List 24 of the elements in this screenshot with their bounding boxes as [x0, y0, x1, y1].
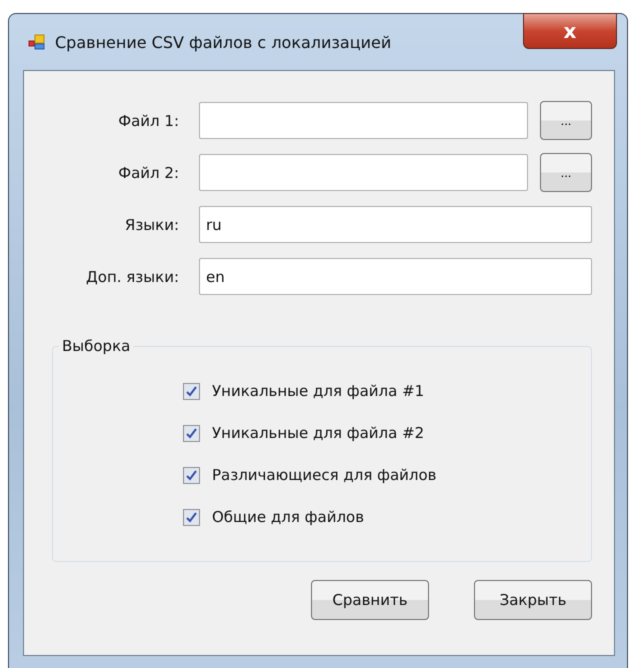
checkbox[interactable] [183, 508, 200, 526]
checkbox-label: Уникальные для файла #1 [212, 382, 424, 400]
app-icon [27, 32, 47, 52]
dialog-button[interactable]: Сравнить [311, 580, 429, 620]
field-label: Доп. языки: [85, 268, 179, 286]
checkbox[interactable] [183, 382, 200, 400]
checkbox[interactable] [183, 466, 200, 484]
input-field[interactable] [199, 154, 528, 191]
input-field[interactable] [199, 102, 528, 139]
browse-button[interactable]: ... [540, 101, 592, 140]
checkbox-label: Уникальные для файла #2 [212, 424, 424, 442]
checkbox-label: Общие для файлов [212, 508, 364, 526]
dialog-button[interactable]: Закрыть [474, 580, 592, 620]
input-field[interactable]: en [199, 258, 592, 295]
input-field[interactable]: ru [199, 206, 592, 243]
window-title: Сравнение CSV файлов с локализацией [55, 32, 392, 52]
checkbox[interactable] [183, 424, 200, 442]
close-button[interactable]: x [523, 13, 617, 49]
browse-button[interactable]: ... [540, 153, 592, 192]
group-title: Выборка [61, 337, 132, 355]
field-label: Файл 2: [117, 164, 179, 182]
field-label: Файл 1: [117, 112, 179, 130]
field-label: Языки: [124, 216, 179, 234]
checkbox-label: Различающиеся для файлов [212, 466, 436, 484]
